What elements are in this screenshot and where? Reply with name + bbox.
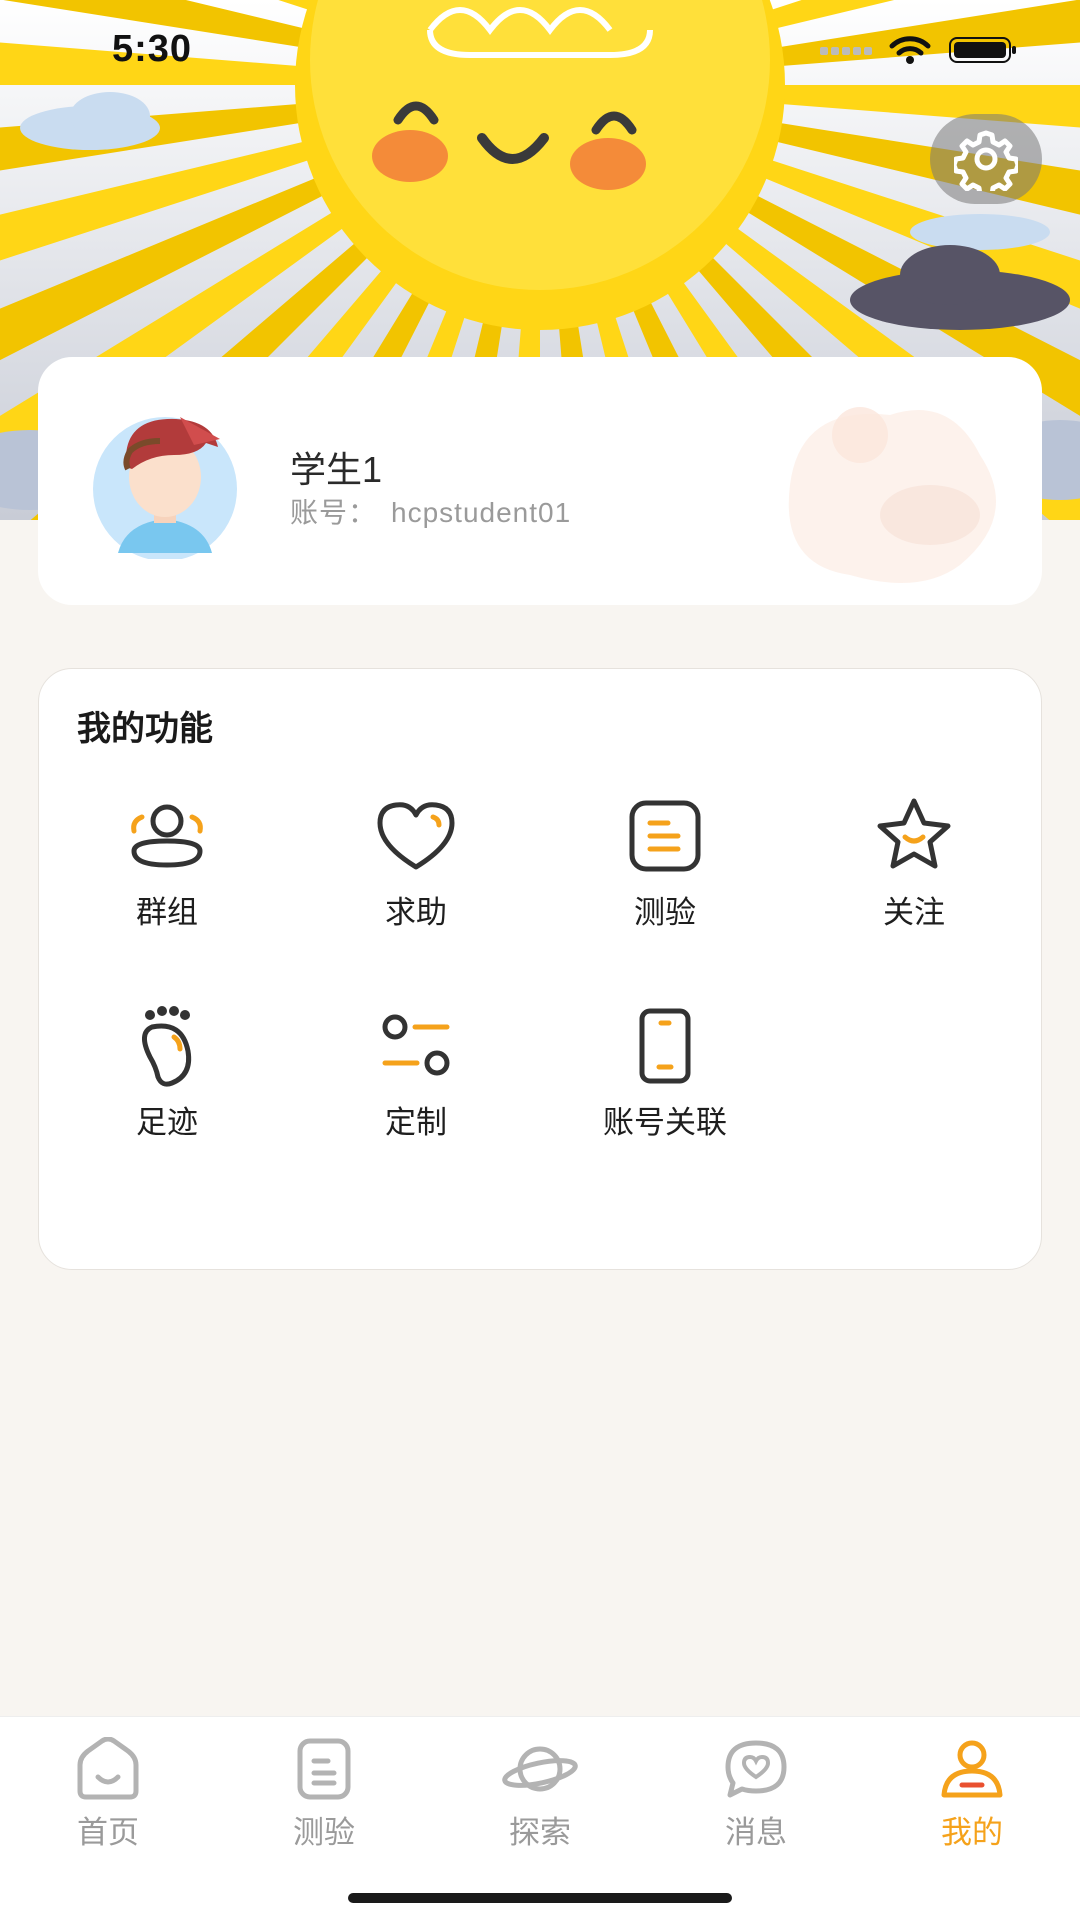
tab-label: 首页 <box>77 1815 139 1850</box>
function-label: 测验 <box>634 895 696 930</box>
group-icon <box>131 804 203 868</box>
tab-label: 消息 <box>725 1815 787 1850</box>
function-follow[interactable]: 关注 <box>814 791 1014 941</box>
status-time: 5:30 <box>112 28 193 70</box>
tab-label: 我的 <box>941 1815 1003 1850</box>
planet-icon <box>502 1746 578 1792</box>
function-label: 关注 <box>883 895 945 930</box>
gear-icon <box>954 130 1018 191</box>
my-functions-card: 我的功能 群组 求助 测验 关注 足迹 定制 账号关联 <box>38 668 1042 1270</box>
tab-label: 测验 <box>293 1815 355 1850</box>
function-label: 足迹 <box>136 1105 198 1140</box>
status-bar: 5:30 <box>0 0 1080 100</box>
account-id: hcpstudent01 <box>391 497 572 528</box>
status-icons <box>820 34 1018 66</box>
tab-label: 探索 <box>509 1815 571 1850</box>
battery-icon <box>949 37 1016 63</box>
user-name: 学生1 <box>290 449 383 490</box>
profile-icon <box>941 1740 1003 1798</box>
function-label: 求助 <box>385 895 447 930</box>
function-help[interactable]: 求助 <box>316 791 516 941</box>
account-label: 账号： <box>290 497 378 528</box>
function-label: 定制 <box>385 1105 447 1140</box>
tab-quiz[interactable]: 测验 <box>254 1737 394 1852</box>
home-indicator[interactable] <box>348 1893 732 1903</box>
phone-icon <box>639 1008 691 1084</box>
tab-messages[interactable]: 消息 <box>686 1737 826 1852</box>
function-footprint[interactable]: 足迹 <box>67 1001 267 1151</box>
function-customize[interactable]: 定制 <box>316 1001 516 1151</box>
quiz-icon <box>297 1738 351 1800</box>
profile-card[interactable]: 学生1 账号： hcpstudent01 <box>38 357 1042 605</box>
tab-home[interactable]: 首页 <box>38 1737 178 1852</box>
settings-button[interactable] <box>930 114 1042 204</box>
function-quiz[interactable]: 测验 <box>565 791 765 941</box>
signal-icon <box>820 47 872 55</box>
tab-explore[interactable]: 探索 <box>470 1737 610 1852</box>
avatar <box>93 417 237 559</box>
wifi-icon <box>889 36 931 64</box>
bottom-tab-bar: 首页 测验 探索 消息 我的 <box>0 1716 1080 1921</box>
tab-mine[interactable]: 我的 <box>902 1737 1042 1852</box>
quiz-icon <box>629 800 701 872</box>
function-account-link[interactable]: 账号关联 <box>565 1001 765 1151</box>
message-icon <box>725 1740 787 1798</box>
function-label: 账号关联 <box>603 1105 727 1140</box>
footprint-icon <box>142 1006 192 1087</box>
customize-icon <box>382 1014 450 1076</box>
star-icon <box>877 798 951 869</box>
account-info: 账号： hcpstudent01 <box>290 491 585 531</box>
heart-icon <box>377 802 455 870</box>
function-label: 群组 <box>136 895 198 930</box>
home-icon <box>77 1737 139 1800</box>
function-group[interactable]: 群组 <box>67 791 267 941</box>
decorative-illustration <box>788 407 996 583</box>
section-title: 我的功能 <box>77 710 213 748</box>
